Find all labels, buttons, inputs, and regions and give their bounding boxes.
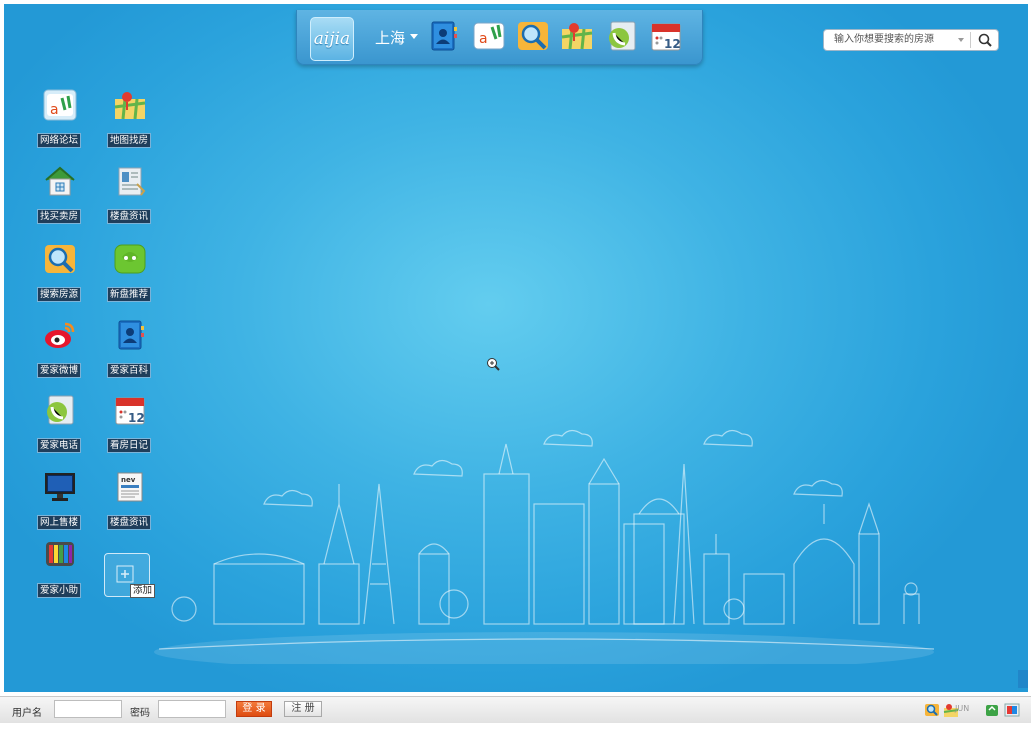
- search-house-icon: [45, 245, 75, 273]
- zoom-cursor-icon: [487, 358, 500, 371]
- password-field[interactable]: [158, 700, 226, 718]
- search-house-icon[interactable]: [516, 19, 550, 53]
- desktop-icon-label: 楼盘资讯: [106, 515, 152, 530]
- weibo-icon: [45, 322, 75, 348]
- chat-bubble-icon: [114, 244, 146, 274]
- monitor-icon: [45, 473, 75, 501]
- desktop-icon-label: 地图找房: [106, 133, 152, 148]
- desktop-icon-label: 网络论坛: [36, 133, 82, 148]
- color-tray-icon[interactable]: [1004, 702, 1020, 718]
- forum-icon[interactable]: a: [472, 19, 506, 53]
- desktop-icon-label: 搜索房源: [36, 287, 82, 302]
- svg-text:a: a: [479, 31, 488, 47]
- desktop-icon-weibo[interactable]: 爱家微博: [26, 318, 92, 390]
- contacts-book-icon[interactable]: [426, 19, 460, 53]
- desktop-icon-online-sales[interactable]: 网上售楼: [26, 470, 92, 542]
- side-panel-handle[interactable]: [1018, 670, 1028, 688]
- search-icon[interactable]: [974, 31, 996, 49]
- building-info-icon: [118, 167, 146, 196]
- desktop-icon-assistant[interactable]: 爱家小助: [26, 538, 92, 610]
- desktop-icon-forum[interactable]: a 网络论坛: [26, 88, 92, 160]
- desktop-icon-building-info[interactable]: 楼盘资讯: [96, 164, 162, 236]
- chevron-down-icon[interactable]: [410, 34, 418, 39]
- chevron-down-icon[interactable]: [958, 38, 964, 42]
- phone-icon[interactable]: [605, 19, 639, 53]
- desktop-icon-label: 看房日记: [106, 438, 152, 453]
- calendar-icon: 12: [115, 397, 145, 425]
- login-button[interactable]: 登 录: [236, 701, 272, 717]
- desktop-icon-property-news[interactable]: nev 楼盘资讯: [96, 470, 162, 542]
- recycle-tray-icon[interactable]: [984, 702, 1000, 718]
- plus-icon[interactable]: [115, 564, 135, 584]
- search-tray-icon[interactable]: [924, 702, 940, 718]
- bottom-taskbar: 用户名 密码 登 录 注 册 JUN: [0, 696, 1031, 723]
- password-label: 密码: [130, 708, 150, 719]
- city-selector[interactable]: 上海: [375, 27, 405, 48]
- desktop-icon-label: 爱家小助: [36, 583, 82, 598]
- top-dock: aijia 上海 a 12: [296, 10, 703, 65]
- desktop-icon-search-listing[interactable]: 搜索房源: [26, 242, 92, 314]
- search-divider: [970, 32, 971, 48]
- add-tooltip: 添加: [130, 584, 156, 598]
- house-search-box: [823, 29, 999, 51]
- desktop-icon-phone[interactable]: 爱家电话: [26, 393, 92, 465]
- username-label: 用户名: [12, 708, 42, 719]
- svg-text:12: 12: [664, 37, 681, 51]
- desktop-icon-label: 网上售楼: [36, 515, 82, 530]
- tray-text: JUN: [955, 704, 970, 713]
- desktop-icon-encyclopedia[interactable]: 爱家百科: [96, 318, 162, 390]
- forum-icon: a: [43, 89, 77, 121]
- desktop-icon-label: 找买卖房: [36, 209, 82, 224]
- desktop-icon-map-search[interactable]: 地图找房: [96, 88, 162, 160]
- calendar-icon[interactable]: 12: [649, 19, 683, 53]
- aijia-logo[interactable]: aijia: [310, 17, 354, 61]
- search-input[interactable]: [834, 32, 952, 47]
- register-button[interactable]: 注 册: [284, 701, 322, 717]
- phone-icon: [47, 395, 74, 425]
- city-skyline-illustration: [154, 429, 935, 664]
- username-field[interactable]: [54, 700, 122, 718]
- desktop-icon-find-house[interactable]: 找买卖房: [26, 164, 92, 236]
- house-icon: [45, 166, 75, 196]
- svg-text:nev: nev: [121, 476, 136, 484]
- desktop: aijia 上海 a 12 输入你想要搜索的房源 a 网络论坛 地图找房 找买卖…: [4, 4, 1028, 692]
- map-icon: [114, 92, 146, 120]
- desktop-icon-label: 楼盘资讯: [106, 209, 152, 224]
- svg-text:a: a: [50, 102, 59, 118]
- news-icon: nev: [117, 472, 143, 502]
- desktop-icon-label: 新盘推荐: [106, 287, 152, 302]
- color-bars-icon: [46, 542, 74, 566]
- map-icon[interactable]: [560, 19, 594, 53]
- contacts-book-icon: [118, 320, 144, 350]
- desktop-icon-label: 爱家微博: [36, 363, 82, 378]
- desktop-icon-label: 爱家百科: [106, 363, 152, 378]
- desktop-icon-label: 爱家电话: [36, 438, 82, 453]
- svg-text:12: 12: [128, 411, 145, 425]
- desktop-icon-new-recommend[interactable]: 新盘推荐: [96, 242, 162, 314]
- desktop-icon-viewing-diary[interactable]: 12 看房日记: [96, 393, 162, 465]
